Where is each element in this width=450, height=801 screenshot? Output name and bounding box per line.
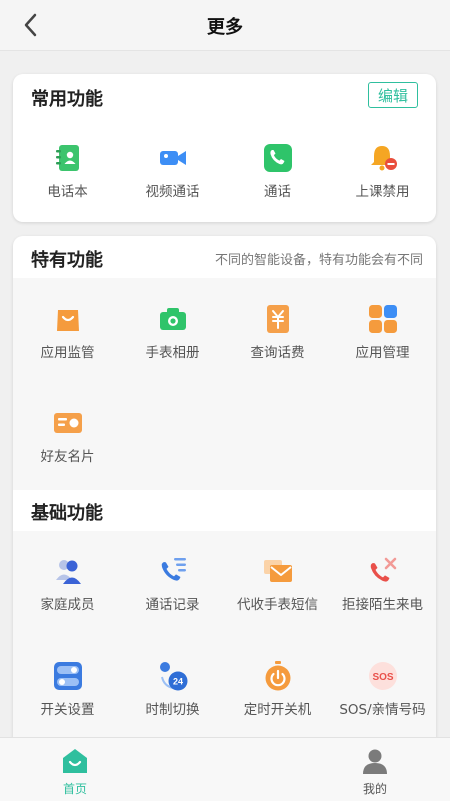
item-label: 好友名片	[40, 449, 95, 465]
item-label: 拒接陌生来电	[342, 597, 423, 613]
badge-24: 24	[172, 677, 182, 687]
special-item-friend-card[interactable]: 好友名片	[15, 408, 120, 465]
edit-button[interactable]: 编辑	[368, 82, 418, 108]
common-item-phonebook[interactable]: 电话本	[15, 143, 120, 200]
special-item-app-manage[interactable]: 应用管理	[330, 304, 435, 361]
special-item-app-monitor[interactable]: 应用监管	[15, 304, 120, 361]
phonebook-icon	[55, 145, 79, 171]
item-label: 时制切换	[145, 702, 200, 718]
special-section-note: 不同的智能设备，特有功能会有不同	[214, 253, 423, 268]
basic-item-family[interactable]: 家庭成员	[15, 556, 120, 613]
camera-icon	[159, 308, 186, 330]
call-log-icon	[161, 558, 186, 581]
special-functions-card: 特有功能 不同的智能设备，特有功能会有不同 应用监管 手表相册 查询话费 应用管…	[13, 236, 436, 746]
item-label: 电话本	[47, 184, 88, 200]
common-functions-card: 常用功能 编辑 电话本 视频通话 通话 上课禁用	[13, 74, 436, 222]
item-label: 家庭成员	[40, 597, 95, 613]
special-item-watch-album[interactable]: 手表相册	[120, 304, 225, 361]
common-item-call[interactable]: 通话	[225, 143, 330, 200]
special-item-bill-query[interactable]: 查询话费	[225, 304, 330, 361]
person-icon	[363, 749, 387, 774]
contact-card-icon	[53, 413, 82, 433]
phone-icon	[263, 144, 292, 172]
item-label: 定时开关机	[243, 702, 312, 718]
basic-item-scheduled-power[interactable]: 定时开关机	[225, 661, 330, 718]
video-call-icon	[159, 151, 186, 165]
basic-item-time-format[interactable]: 24 时制切换	[120, 661, 225, 718]
home-icon	[63, 749, 87, 773]
sos-icon: SOS	[368, 662, 397, 690]
sos-badge-text: SOS	[372, 672, 393, 683]
item-label: 查询话费	[250, 345, 305, 361]
item-label: 应用监管	[40, 345, 95, 361]
item-label: 上课禁用	[355, 184, 410, 200]
timer-power-icon	[265, 661, 290, 691]
basic-item-switch-settings[interactable]: 开关设置	[15, 661, 120, 718]
common-item-video-call[interactable]: 视频通话	[120, 143, 225, 200]
app-grid-icon	[368, 305, 397, 333]
item-label: 视频通话	[145, 184, 200, 200]
sms-envelope-icon	[263, 560, 292, 582]
item-label: 通话	[264, 184, 291, 200]
basic-item-call-log[interactable]: 通话记录	[120, 556, 225, 613]
family-members-icon	[55, 560, 81, 584]
item-label: 手表相册	[145, 345, 200, 361]
toggle-switch-icon	[53, 662, 82, 690]
bottom-tab-bar: 首页 我的	[0, 737, 450, 801]
app-monitor-bag-icon	[56, 310, 79, 331]
time-format-24-icon: 24	[159, 662, 187, 691]
bill-yuan-icon	[266, 305, 289, 333]
nav-header: 更多	[0, 0, 450, 51]
tab-label: 我的	[362, 782, 387, 796]
common-section-title: 常用功能	[31, 89, 103, 110]
item-label: SOS/亲情号码	[339, 702, 426, 718]
basic-section-title: 基础功能	[31, 503, 103, 524]
tab-label: 首页	[62, 782, 87, 796]
item-label: 通话记录	[145, 597, 200, 613]
common-item-class-disable[interactable]: 上课禁用	[330, 143, 435, 200]
basic-item-sos[interactable]: SOS SOS/亲情号码	[330, 661, 435, 718]
page-title: 更多	[207, 17, 243, 38]
item-label: 开关设置	[40, 702, 95, 718]
tab-mine[interactable]: 我的	[335, 744, 415, 797]
basic-item-reject-strangers[interactable]: 拒接陌生来电	[330, 556, 435, 613]
item-label: 代收手表短信	[237, 597, 318, 613]
reject-call-icon	[370, 557, 396, 582]
class-disable-bell-icon	[370, 146, 397, 171]
item-label: 应用管理	[355, 345, 410, 361]
tab-home[interactable]: 首页	[35, 744, 115, 797]
basic-item-proxy-sms[interactable]: 代收手表短信	[225, 556, 330, 613]
special-section-title: 特有功能	[31, 250, 103, 271]
